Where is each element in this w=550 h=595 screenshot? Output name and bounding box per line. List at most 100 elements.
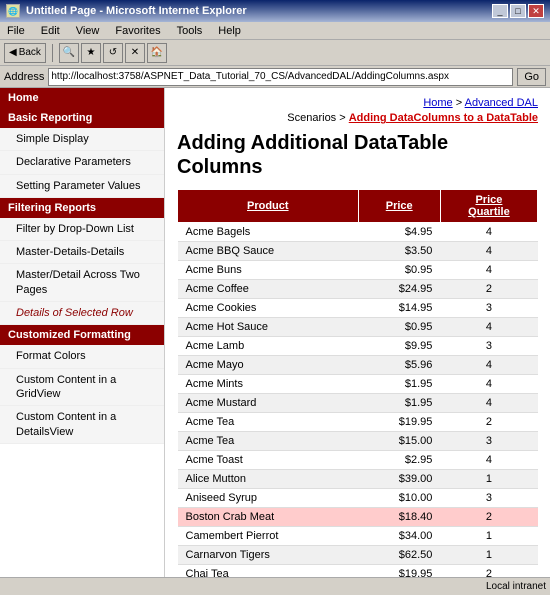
sidebar-item-format-colors[interactable]: Format Colors	[0, 345, 164, 368]
table-row[interactable]: Acme Toast $2.95 4	[178, 450, 538, 469]
sidebar-item-details-selected-row[interactable]: Details of Selected Row	[0, 302, 164, 325]
breadcrumb-scenarios: Scenarios	[287, 112, 336, 124]
col-header-price[interactable]: Price	[358, 189, 440, 222]
cell-product: Boston Crab Meat	[178, 507, 359, 526]
cell-price: $1.95	[358, 393, 440, 412]
cell-price: $18.40	[358, 507, 440, 526]
cell-quartile: 4	[440, 317, 537, 336]
table-row[interactable]: Acme Mustard $1.95 4	[178, 393, 538, 412]
sidebar-item-master-details[interactable]: Master-Details-Details	[0, 241, 164, 264]
cell-product: Aniseed Syrup	[178, 488, 359, 507]
go-button[interactable]: Go	[517, 68, 546, 86]
cell-product: Acme Mints	[178, 374, 359, 393]
sidebar-item-master-detail-pages[interactable]: Master/Detail Across Two Pages	[0, 264, 164, 302]
app-icon: 🌐	[6, 4, 20, 18]
cell-quartile: 2	[440, 412, 537, 431]
home-nav-button[interactable]: 🏠	[147, 43, 167, 63]
menu-edit[interactable]: Edit	[38, 25, 63, 37]
address-input-display[interactable]: http://localhost:3758/ASPNET_Data_Tutori…	[48, 68, 513, 86]
cell-price: $0.95	[358, 317, 440, 336]
cell-price: $2.95	[358, 450, 440, 469]
breadcrumb-advanced-dal[interactable]: Advanced DAL	[465, 97, 538, 109]
window-controls[interactable]: _ □ ✕	[492, 4, 544, 18]
cell-product: Acme Toast	[178, 450, 359, 469]
cell-quartile: 3	[440, 298, 537, 317]
sidebar-item-custom-content-detailsview[interactable]: Custom Content in a DetailsView	[0, 406, 164, 444]
menu-help[interactable]: Help	[215, 25, 244, 37]
col-header-product[interactable]: Product	[178, 189, 359, 222]
table-row[interactable]: Acme Tea $19.95 2	[178, 412, 538, 431]
table-row[interactable]: Chai Tea $19.95 2	[178, 564, 538, 577]
table-row[interactable]: Acme Buns $0.95 4	[178, 260, 538, 279]
favorites-button[interactable]: ★	[81, 43, 101, 63]
main-content: Home Basic Reporting Simple Display Decl…	[0, 88, 550, 577]
data-table: Product Price PriceQuartile Acme Bagels …	[177, 189, 538, 577]
page-title: Adding Additional DataTable Columns	[177, 131, 538, 179]
breadcrumb: Home > Advanced DAL Scenarios > Adding D…	[177, 96, 538, 127]
table-row[interactable]: Acme Hot Sauce $0.95 4	[178, 317, 538, 336]
breadcrumb-sep2: >	[339, 112, 348, 124]
stop-button[interactable]: ✕	[125, 43, 145, 63]
window-title: Untitled Page - Microsoft Internet Explo…	[26, 5, 247, 17]
cell-quartile: 2	[440, 507, 537, 526]
cell-quartile: 2	[440, 564, 537, 577]
table-row[interactable]: Boston Crab Meat $18.40 2	[178, 507, 538, 526]
table-row[interactable]: Acme BBQ Sauce $3.50 4	[178, 241, 538, 260]
sidebar-section-filtering-reports[interactable]: Filtering Reports	[0, 198, 164, 218]
table-row[interactable]: Acme Coffee $24.95 2	[178, 279, 538, 298]
cell-price: $5.96	[358, 355, 440, 374]
search-button[interactable]: 🔍	[59, 43, 79, 63]
close-button[interactable]: ✕	[528, 4, 544, 18]
breadcrumb-sep1: >	[456, 97, 465, 109]
cell-price: $19.95	[358, 564, 440, 577]
cell-product: Acme Mayo	[178, 355, 359, 374]
sidebar-section-customized-formatting[interactable]: Customized Formatting	[0, 325, 164, 345]
table-row[interactable]: Acme Bagels $4.95 4	[178, 222, 538, 241]
cell-quartile: 4	[440, 241, 537, 260]
menu-favorites[interactable]: Favorites	[112, 25, 163, 37]
table-row[interactable]: Acme Cookies $14.95 3	[178, 298, 538, 317]
table-row[interactable]: Carnarvon Tigers $62.50 1	[178, 545, 538, 564]
cell-product: Acme Tea	[178, 412, 359, 431]
minimize-button[interactable]: _	[492, 4, 508, 18]
cell-product: Camembert Pierrot	[178, 526, 359, 545]
menu-tools[interactable]: Tools	[174, 25, 206, 37]
back-button[interactable]: ◀ Back	[4, 43, 46, 63]
breadcrumb-current: Adding DataColumns to a DataTable	[349, 112, 538, 124]
sidebar-item-filter-dropdown[interactable]: Filter by Drop-Down List	[0, 218, 164, 241]
maximize-button[interactable]: □	[510, 4, 526, 18]
refresh-button[interactable]: ↺	[103, 43, 123, 63]
status-zone: Local intranet	[486, 581, 546, 592]
menu-file[interactable]: File	[4, 25, 28, 37]
table-row[interactable]: Acme Mayo $5.96 4	[178, 355, 538, 374]
sidebar-item-home[interactable]: Home	[0, 88, 164, 108]
breadcrumb-home[interactable]: Home	[423, 97, 452, 109]
cell-quartile: 4	[440, 222, 537, 241]
sidebar-item-custom-content-gridview[interactable]: Custom Content in a GridView	[0, 369, 164, 407]
sidebar-item-declarative-parameters[interactable]: Declarative Parameters	[0, 151, 164, 174]
cell-quartile: 4	[440, 450, 537, 469]
cell-quartile: 1	[440, 545, 537, 564]
table-row[interactable]: Acme Mints $1.95 4	[178, 374, 538, 393]
table-row[interactable]: Aniseed Syrup $10.00 3	[178, 488, 538, 507]
sidebar-section-basic-reporting[interactable]: Basic Reporting	[0, 108, 164, 128]
cell-price: $62.50	[358, 545, 440, 564]
cell-product: Acme BBQ Sauce	[178, 241, 359, 260]
sidebar-item-simple-display[interactable]: Simple Display	[0, 128, 164, 151]
table-row[interactable]: Acme Tea $15.00 3	[178, 431, 538, 450]
menu-view[interactable]: View	[73, 25, 103, 37]
cell-quartile: 3	[440, 336, 537, 355]
table-row[interactable]: Camembert Pierrot $34.00 1	[178, 526, 538, 545]
table-row[interactable]: Acme Lamb $9.95 3	[178, 336, 538, 355]
cell-product: Carnarvon Tigers	[178, 545, 359, 564]
cell-price: $24.95	[358, 279, 440, 298]
cell-product: Alice Mutton	[178, 469, 359, 488]
sidebar-item-setting-parameter-values[interactable]: Setting Parameter Values	[0, 175, 164, 198]
cell-product: Chai Tea	[178, 564, 359, 577]
col-header-price-quartile[interactable]: PriceQuartile	[440, 189, 537, 222]
cell-quartile: 3	[440, 431, 537, 450]
toolbar-icon-group: 🔍 ★ ↺ ✕ 🏠	[59, 43, 167, 63]
address-url: http://localhost:3758/ASPNET_Data_Tutori…	[51, 71, 449, 82]
address-label: Address	[4, 71, 44, 83]
table-row[interactable]: Alice Mutton $39.00 1	[178, 469, 538, 488]
